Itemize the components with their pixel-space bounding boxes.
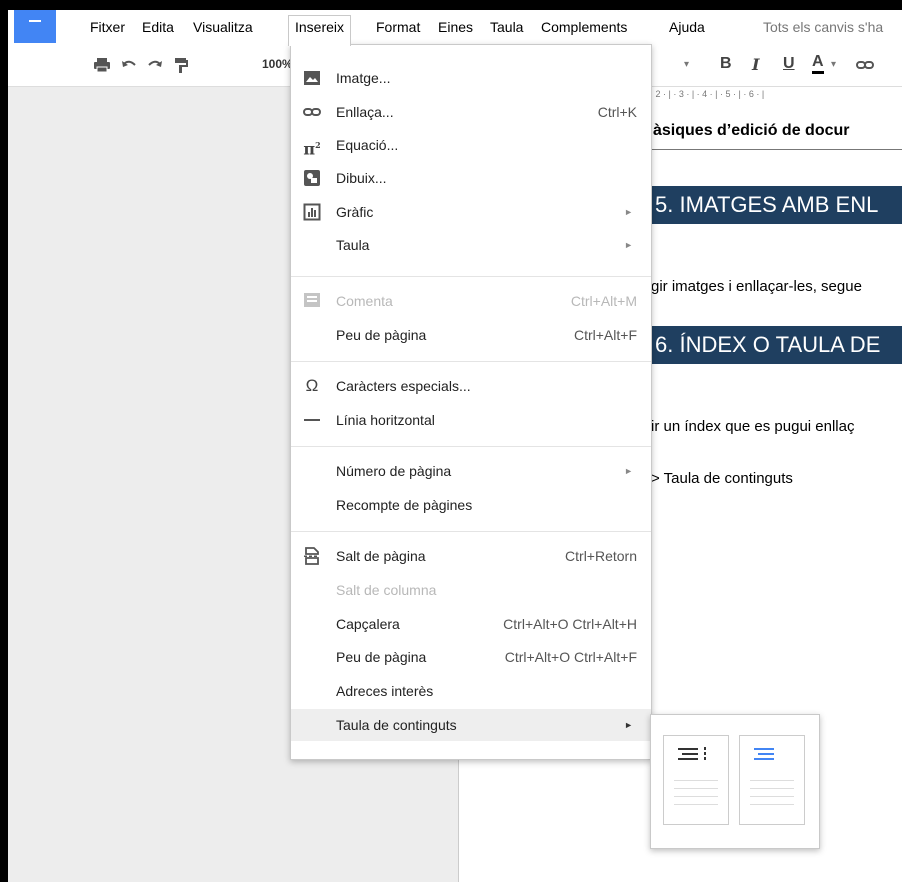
menu-item-enllaca[interactable]: Enllaça... Ctrl+K — [291, 96, 651, 128]
menu-item-salt-de-pagina[interactable]: Salt de pàgina Ctrl+Retorn — [291, 540, 651, 572]
doc-subtitle: àsiques d’edició de docur — [653, 122, 850, 139]
drawing-icon — [303, 169, 321, 187]
pi-icon: π2 — [303, 139, 321, 159]
menu-item-salt-de-columna[interactable]: Salt de columna — [291, 574, 651, 606]
menu-item-equacio[interactable]: π2 Equació... — [291, 129, 651, 161]
italic-button[interactable]: I — [752, 55, 759, 74]
zoom-select[interactable]: 100% — [262, 57, 293, 71]
submenu-arrow-icon: ► — [624, 240, 633, 250]
menu-item-numero-de-pagina[interactable]: Número de pàgina ► — [291, 455, 651, 487]
menu-ajuda[interactable]: Ajuda — [667, 16, 707, 38]
menu-item-comenta[interactable]: Comenta Ctrl+Alt+M — [291, 285, 651, 317]
doc-divider — [651, 149, 902, 150]
text-color-button[interactable]: A — [812, 53, 824, 74]
menu-separator — [291, 531, 651, 532]
menu-separator — [291, 361, 651, 362]
menu-visualitza[interactable]: Visualitza — [191, 16, 255, 38]
menu-fitxer[interactable]: Fitxer — [88, 16, 127, 38]
menu-insereix[interactable]: Insereix — [288, 15, 352, 46]
bold-button[interactable]: B — [720, 55, 732, 73]
menu-item-caracters-especials[interactable]: Ω Caràcters especials... — [291, 370, 651, 402]
doc-paragraph: gir imatges i enllaçar-les, segue — [651, 278, 862, 295]
toc-links-icon — [750, 748, 794, 805]
page-break-icon — [303, 547, 321, 565]
menu-item-peu-de-pagina[interactable]: Peu de pàgina Ctrl+Alt+F — [291, 319, 651, 351]
menu-item-recompte-de-pagines[interactable]: Recompte de pàgines — [291, 489, 651, 521]
text-color-caret-icon[interactable]: ▾ — [831, 59, 836, 70]
menu-item-adreces-interes[interactable]: Adreces interès — [291, 675, 651, 707]
menu-taula[interactable]: Taula — [488, 16, 525, 38]
menubar: Fitxer Edita Visualitza Insereix Format … — [8, 10, 902, 46]
docs-logo-icon[interactable] — [14, 10, 56, 43]
ruler[interactable]: · 2 · | · 3 · | · 4 · | · 5 · | · 6 · | — [650, 87, 902, 101]
doc-heading-6: 6. ÍNDEX O TAULA DE — [651, 326, 902, 364]
submenu-arrow-icon: ► — [624, 207, 633, 217]
chart-icon — [303, 203, 321, 221]
menu-eines[interactable]: Eines — [436, 16, 475, 38]
comment-icon — [303, 292, 321, 310]
save-status[interactable]: Tots els canvis s'ha — [763, 16, 883, 38]
toc-with-page-numbers-option[interactable] — [663, 735, 729, 825]
app-window: Fitxer Edita Visualitza Insereix Format … — [8, 10, 902, 882]
menu-item-peu-de-pagina-2[interactable]: Peu de pàgina Ctrl+Alt+O Ctrl+Alt+F — [291, 641, 651, 673]
menu-format[interactable]: Format — [374, 16, 422, 38]
menu-item-grafic[interactable]: Gràfic ► — [291, 196, 651, 228]
menu-edita[interactable]: Edita — [140, 16, 176, 38]
submenu-arrow-icon: ► — [624, 720, 633, 730]
omega-icon: Ω — [305, 376, 319, 395]
menu-separator — [291, 446, 651, 447]
paint-format-icon[interactable] — [172, 56, 190, 74]
insert-menu-dropdown: Imatge... Enllaça... Ctrl+K π2 Equació..… — [290, 44, 652, 760]
horizontal-line-icon — [303, 411, 321, 429]
submenu-arrow-icon: ► — [624, 466, 633, 476]
menu-item-dibuix[interactable]: Dibuix... — [291, 162, 651, 194]
menu-item-imatge[interactable]: Imatge... — [291, 62, 651, 94]
menu-separator — [291, 276, 651, 277]
print-icon[interactable] — [93, 56, 111, 74]
doc-paragraph: > Taula de continguts — [651, 470, 793, 487]
link-icon — [303, 103, 321, 121]
doc-paragraph: ir un índex que es pugui enllaç — [651, 418, 855, 435]
doc-heading-5: 5. IMATGES AMB ENL — [651, 186, 902, 224]
toc-with-links-option[interactable] — [739, 735, 805, 825]
menu-item-taula[interactable]: Taula ► — [291, 229, 651, 261]
menu-complements[interactable]: Complements — [539, 16, 629, 38]
link-icon[interactable] — [856, 56, 874, 74]
undo-icon[interactable] — [120, 56, 138, 74]
menu-item-capcalera[interactable]: Capçalera Ctrl+Alt+O Ctrl+Alt+H — [291, 608, 651, 640]
toc-submenu — [650, 714, 820, 849]
redo-icon[interactable] — [146, 56, 164, 74]
underline-button[interactable]: U — [783, 55, 795, 73]
font-size-caret-icon[interactable]: ▾ — [684, 59, 689, 70]
menu-item-taula-de-continguts[interactable]: Taula de continguts ► — [291, 709, 651, 741]
menu-item-linia-horitzontal[interactable]: Línia horitzontal — [291, 404, 651, 436]
toc-page-numbers-icon — [674, 747, 718, 805]
image-icon — [303, 69, 321, 87]
